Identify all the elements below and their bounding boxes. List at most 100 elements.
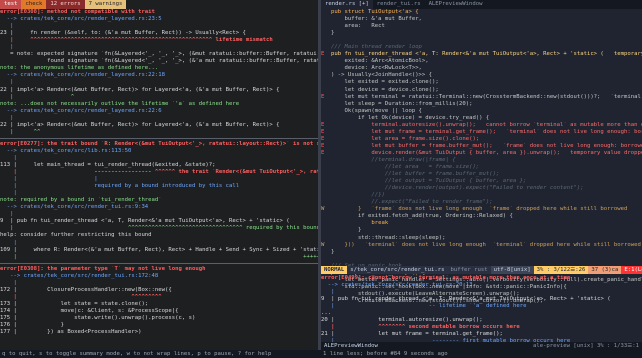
filetype: buffer rust	[450, 267, 488, 273]
compiler-line: 113 | let main_thread = tui_render_threa…	[0, 161, 216, 168]
code-line[interactable]: pub struct TuiOutput<'a> {	[321, 9, 642, 16]
code-text: terminal.autoresize().unwrap(); cannot b…	[331, 121, 642, 128]
code-line[interactable]: let sleep = Duration::from_millis(20);	[321, 101, 642, 108]
code-line[interactable]: /// Main thread render loop	[321, 44, 642, 51]
compiler-line: 109 | where R: Render<(&'a mut Buffer, R…	[0, 246, 318, 253]
editor-statusline: NORMAL s/tek_core/src/render_tui.rs buff…	[321, 266, 642, 274]
code-line[interactable]: device: Arc<RwLock<T>>,	[321, 65, 642, 72]
code-line[interactable]: std::thread::sleep(sleep);	[321, 235, 642, 242]
compiler-line: | |	[0, 176, 98, 183]
compiler-line: 175 | state.write().unwrap().process(c, …	[0, 314, 196, 321]
code-text: //terminal.draw(|frame| {	[331, 156, 456, 163]
preview-line: | ^^^^^^^^ second mutable borrow occurs …	[321, 324, 520, 331]
sign-column: E	[321, 121, 325, 128]
code-line[interactable]: }	[321, 249, 642, 256]
code-line[interactable]: E device.render(&mut TuiOutput { buffer,…	[321, 150, 642, 157]
compiler-output-pane[interactable]: test check 12 errors 7 warnings error[E0308…	[0, 0, 318, 350]
code-line[interactable]: E let mut buffer = frame.buffer_mut(); `…	[321, 143, 642, 150]
compiler-line: 174 | move|c: &Client, s: &ProcessScope|…	[0, 307, 179, 314]
code-line[interactable]: //terminal.draw(|frame| {	[321, 157, 642, 164]
status-tab[interactable]: 12 errors	[46, 0, 85, 9]
code-line[interactable]: //let area = frame.size();	[321, 164, 642, 171]
preview-title: ALEPreviewWindow	[324, 343, 378, 349]
code-text: Ok(spawn(move || loop {	[331, 107, 422, 114]
code-line[interactable]: //let buffer = frame.buffer_mut();	[321, 171, 642, 178]
check-status-tabs: test check 12 errors 7 warnings	[0, 0, 318, 9]
code-line[interactable]	[321, 37, 642, 44]
editor-tab[interactable]: render_tui.rs	[373, 0, 425, 9]
code-text: let area = frame.size().clone();	[331, 135, 480, 142]
code-line[interactable]: E let area = frame.size().clone();	[321, 136, 642, 143]
code-text: //let output = TuiOutput { buffer, area …	[331, 178, 527, 185]
compiler-line: |	[0, 239, 17, 246]
code-line[interactable]: E let mut terminal = ratatui::Terminal::…	[321, 94, 642, 101]
bottom-bar: q to quit, s to toggle summary mode, w t…	[0, 350, 642, 358]
code-line[interactable]: if let Ok(device) = device.try_read() {	[321, 115, 642, 122]
code-text: }	[331, 30, 335, 37]
code-line[interactable]: if exited.fetch_add(true, Ordering::Rela…	[321, 213, 642, 220]
preview-statusline: ALEPreviewWindow ale-preview [unix] 3% :…	[321, 342, 642, 350]
error-count: E:1(L8)	[621, 266, 642, 274]
preview-line: | -- lifetime `'a` defined here	[321, 303, 527, 310]
preview-line: 9 | pub fn tui_render_thread <'a, T: Ren…	[321, 296, 611, 303]
code-line[interactable]: area: Rect	[321, 23, 642, 30]
code-line[interactable]: Ok(spawn(move || loop {	[321, 108, 642, 115]
compiler-line: note: ...does not necessarily outlive th…	[0, 100, 240, 107]
compiler-line: |	[0, 190, 17, 197]
code-line[interactable]: //})	[321, 192, 642, 199]
compiler-line: --> crates/tek_core/src/render_tui.rs:9:…	[0, 204, 149, 211]
editor-tab[interactable]: ALEPreviewWindow	[425, 0, 487, 9]
compiler-line: 23 | fn render (&self, to: (&'a mut Buff…	[0, 30, 246, 37]
preview-line: 21 | let mut frame = terminal.get_frame(…	[321, 331, 503, 338]
code-line[interactable]	[321, 256, 642, 263]
code-line[interactable]: W } `frame` does not live long enough `f…	[321, 206, 642, 213]
code-line[interactable]: }	[321, 30, 642, 37]
code-line[interactable]: E let mut frame = terminal.get_frame(); …	[321, 129, 642, 136]
code-line[interactable]: let exited = exited.clone();	[321, 79, 642, 86]
code-line[interactable]: Epub fn tui_render_thread <'a, T: Render…	[321, 51, 642, 58]
code-line[interactable]: W })) `terminal` does not live long enou…	[321, 242, 642, 249]
code-line[interactable]: buffer: &'a mut Buffer,	[321, 16, 642, 23]
sign-column: E	[321, 51, 325, 58]
compiler-line: 9 | pub fn tui_render_thread <'a, T, Ren…	[0, 218, 290, 225]
mode-indicator: NORMAL	[321, 266, 348, 274]
editor-tab[interactable]: render.rs [+]	[321, 0, 373, 9]
compiler-line: | ----------------- ^^^^^^ the trait `Re…	[13, 169, 318, 176]
code-line[interactable]: //.expect("Failed to render frame");	[321, 199, 642, 206]
code-line[interactable]: //device.render(output).expect("Failed t…	[321, 185, 642, 192]
code-text: if exited.fetch_add(true, Ordering::Rela…	[331, 213, 513, 220]
compiler-line: --> crates/tek_core/src/render_tui.rs:17…	[0, 272, 159, 279]
editor-pane[interactable]: render.rs [+] render_tui.rs ALEPreviewWind…	[321, 0, 642, 350]
compiler-line: --> crates/tek_core/src/lib.rs:113:50	[0, 147, 132, 154]
compiler-line: |	[0, 211, 14, 218]
compiler-line: 22 | impl<'a> Render<(&mut Buffer, Rect)…	[0, 121, 280, 128]
compiler-line: |	[0, 279, 17, 286]
compiler-messages: error[E0308]: method not compatible with…	[0, 9, 318, 336]
compiler-line: 173 | let state = state.clone();	[0, 300, 149, 307]
status-tab[interactable]: 7 warnings	[84, 0, 127, 9]
sign-column: E	[321, 149, 325, 156]
code-line[interactable]: //let output = TuiOutput { buffer, area …	[321, 178, 642, 185]
status-tab[interactable]: check	[21, 0, 47, 9]
message-separator	[0, 137, 318, 139]
code-text: //let area = frame.size();	[331, 164, 480, 171]
compiler-line: | required by a bound introduced by this…	[0, 183, 240, 190]
code-text: exited: &Arc<AtomicBool>,	[331, 58, 429, 65]
code-line[interactable]: }	[321, 227, 642, 234]
code-line[interactable]: break	[321, 220, 642, 227]
code-text: }	[331, 227, 362, 234]
code-line[interactable]: E terminal.autoresize().unwrap(); cannot…	[321, 122, 642, 129]
code-line[interactable]: let device = device.clone();	[321, 87, 642, 94]
code-text: /// Main thread render loop	[331, 44, 422, 51]
code-buffer[interactable]: pub struct TuiOutput<'a> { buffer: &'a m…	[321, 9, 642, 305]
ale-preview-window[interactable]: error[E0499]: cannot borrow `terminal` a…	[321, 275, 642, 350]
code-line[interactable]: ) -> Usually<JoinHandle<()>> {	[321, 72, 642, 79]
sign-column: W	[321, 206, 325, 213]
status-tab[interactable]: test	[0, 0, 22, 9]
cursor-position: 3% : 3/122☰:26	[533, 266, 589, 274]
compiler-line: found signature `fn(&Layered<'_, '_, '_>…	[47, 58, 318, 65]
compiler-line: |	[0, 114, 14, 121]
code-line[interactable]: exited: &Arc<AtomicBool>,	[321, 58, 642, 65]
compiler-line: 177 | }) as Boxed<ProcessHandler>)	[0, 329, 142, 336]
code-text: let exited = exited.clone();	[331, 79, 439, 86]
